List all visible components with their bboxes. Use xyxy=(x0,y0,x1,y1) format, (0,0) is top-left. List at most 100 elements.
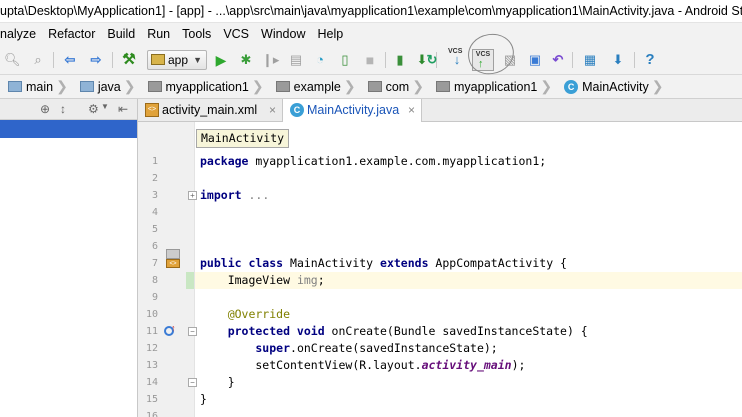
line-number: 9 xyxy=(151,292,158,303)
chevron-right-icon: ❯ xyxy=(251,78,264,94)
back-arrow-icon[interactable]: ⇦ xyxy=(62,52,78,68)
gear-icon[interactable]: ⚙ xyxy=(88,102,99,116)
tab-mainactivity-java[interactable]: C MainActivity.java × xyxy=(282,99,422,122)
line-number: 16 xyxy=(145,411,158,417)
chevron-right-icon: ❯ xyxy=(56,78,68,94)
vcs-update-label: VCS xyxy=(448,48,463,55)
main-toolbar: 🔍︎ ⌕ ⇦ ⇨ ⚒ app ▼ ▶ ✱ ❙▸ ▤ ◔ ▯ ■ ▮ ⬇ ↻ VC… xyxy=(0,45,742,75)
folder-icon xyxy=(79,81,94,92)
code-text: protected void onCreate(Bundle savedInst… xyxy=(200,323,588,340)
code-text: ImageView img; xyxy=(200,272,325,289)
breadcrumb-item-main[interactable]: main ❯ xyxy=(0,75,72,99)
keyword: super xyxy=(200,341,291,355)
menu-window[interactable]: Window xyxy=(255,23,311,45)
collapse-all-icon[interactable]: ↕ xyxy=(60,102,66,116)
breadcrumb-item-mainactivity[interactable]: C MainActivity ❯ xyxy=(556,75,667,99)
make-hammer-icon[interactable]: ⚒ xyxy=(121,52,137,68)
folder-icon xyxy=(8,81,22,92)
scroll-from-source-icon[interactable]: ⊕ xyxy=(40,102,50,116)
code-line: 11 ↑ − protected void onCreate(Bundle sa… xyxy=(138,323,742,340)
chevron-right-icon: ❯ xyxy=(123,78,136,94)
fold-end-icon[interactable]: − xyxy=(188,378,197,387)
code-line: 15 } xyxy=(138,391,742,408)
package-icon xyxy=(435,81,450,92)
find-icon[interactable]: ⌕ xyxy=(30,52,46,68)
avd-manager-icon[interactable]: ▮ xyxy=(392,52,408,68)
code-line: 5 xyxy=(138,221,742,238)
help-icon[interactable]: ? xyxy=(642,52,658,68)
project-panel-header: ⊕ ↕ ⚙ ▼ ⇤ xyxy=(0,99,137,120)
code-text: super.onCreate(savedInstanceState); xyxy=(200,340,497,357)
project-structure-icon[interactable]: ▦ xyxy=(582,52,598,68)
selected-tree-item[interactable] xyxy=(0,120,137,138)
run-icon[interactable]: ▶ xyxy=(213,52,229,68)
menu-refactor[interactable]: Refactor xyxy=(42,23,101,45)
attach-icon[interactable]: ❙▸ xyxy=(262,52,279,68)
breadcrumb: main ❯ java ❯ myapplication1 ❯ example ❯… xyxy=(0,75,742,99)
menu-run[interactable]: Run xyxy=(141,23,176,45)
breadcrumb-item-myapplication1-2[interactable]: myapplication1 ❯ xyxy=(428,75,556,99)
toolbar-separator xyxy=(634,52,635,68)
breadcrumb-label: main xyxy=(26,79,54,94)
tab-activity-main-xml[interactable]: <> activity_main.xml × xyxy=(138,99,282,122)
debug-icon[interactable]: ✱ xyxy=(238,52,254,68)
code-line: 9 xyxy=(138,289,742,306)
code-text: import ... xyxy=(200,187,269,204)
fold-expand-icon[interactable]: + xyxy=(188,191,197,200)
code-line: 13 setContentView(R.layout.activity_main… xyxy=(138,357,742,374)
menu-analyze[interactable]: nalyze xyxy=(0,23,42,45)
breadcrumb-label: MainActivity xyxy=(582,79,649,94)
close-icon[interactable]: × xyxy=(269,99,276,121)
code-text: setContentView(R.layout.activity_main); xyxy=(200,357,525,374)
breadcrumb-item-myapplication1[interactable]: myapplication1 ❯ xyxy=(140,75,268,99)
breadcrumb-label: example xyxy=(293,79,341,94)
sdk-download-icon[interactable]: ⬇ xyxy=(610,52,626,68)
breadcrumb-item-com[interactable]: com ❯ xyxy=(360,75,428,99)
menu-help[interactable]: Help xyxy=(311,23,349,45)
breadcrumb-item-java[interactable]: java ❯ xyxy=(72,75,140,99)
tab-label: MainActivity.java xyxy=(307,103,400,117)
code-editor[interactable]: MainActivity 1 package myapplication1.ex… xyxy=(138,122,742,417)
toolbar-separator xyxy=(53,52,54,68)
line-number: 3 xyxy=(151,190,158,201)
coverage-icon[interactable]: ▤ xyxy=(288,52,304,68)
menu-tools[interactable]: Tools xyxy=(176,23,217,45)
hide-panel-icon[interactable]: ⇤ xyxy=(118,102,128,116)
search-icon[interactable]: 🔍︎ xyxy=(4,52,21,68)
revert-icon[interactable]: ↶ xyxy=(550,52,566,68)
forward-arrow-icon[interactable]: ⇨ xyxy=(88,52,104,68)
breadcrumb-item-example[interactable]: example ❯ xyxy=(268,75,360,99)
profile-icon[interactable]: ◔ xyxy=(312,52,328,68)
menu-build[interactable]: Build xyxy=(101,23,141,45)
sync-icon[interactable]: ↻ xyxy=(424,52,440,68)
menu-bar: nalyze Refactor Build Run Tools VCS Wind… xyxy=(0,23,742,45)
stop-icon[interactable]: ■ xyxy=(362,52,378,68)
layout-file-icon[interactable] xyxy=(166,249,180,259)
class-icon: C xyxy=(564,79,579,94)
breadcrumb-tooltip: MainActivity xyxy=(196,129,290,148)
breadcrumb-label: myapplication1 xyxy=(453,79,538,94)
code-text: @Override xyxy=(200,306,290,323)
keyword: package xyxy=(200,154,249,168)
code-fragment: ... xyxy=(241,188,270,202)
code-fragment: onCreate(Bundle savedInstanceState) { xyxy=(324,324,588,338)
line-number: 1 xyxy=(151,156,158,167)
history-icon[interactable]: ▣ xyxy=(527,52,543,68)
fold-collapse-icon[interactable]: − xyxy=(188,327,197,336)
menu-vcs[interactable]: VCS xyxy=(217,23,255,45)
chevron-down-icon[interactable]: ▼ xyxy=(101,102,109,111)
code-line: 2 xyxy=(138,170,742,187)
toolbar-separator xyxy=(572,52,573,68)
code-line: 1 package myapplication1.example.com.mya… xyxy=(138,153,742,170)
code-line: 16 xyxy=(138,408,742,417)
chevron-right-icon: ❯ xyxy=(540,78,553,94)
xml-link-icon[interactable]: <> xyxy=(166,259,180,268)
xml-file-icon: <> xyxy=(145,103,159,117)
line-number: 12 xyxy=(145,343,158,354)
run-config-select[interactable]: app ▼ xyxy=(147,50,207,70)
vcs-update-icon[interactable]: VCS ↓ xyxy=(448,48,465,68)
code-text: } xyxy=(200,375,235,389)
code-fragment: MainActivity xyxy=(283,256,381,270)
close-icon[interactable]: × xyxy=(408,99,415,121)
apply-changes-icon[interactable]: ▯ xyxy=(337,52,353,68)
